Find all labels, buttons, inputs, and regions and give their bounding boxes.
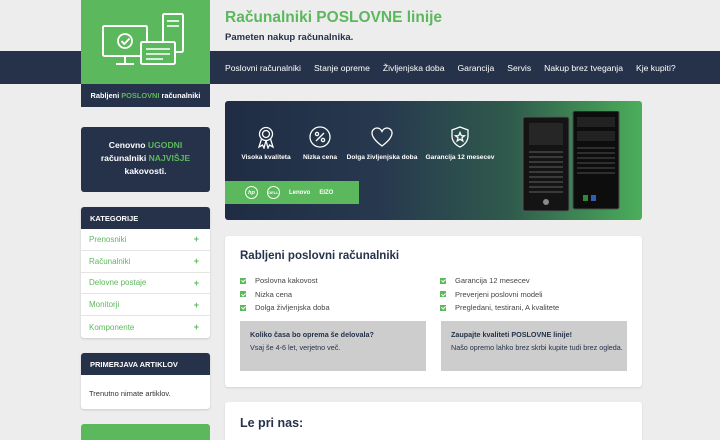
promo-box: Cenovno UGODNI računalniki NAJVIŠJE kako…	[81, 127, 210, 192]
expand-plus-icon[interactable]: +	[194, 278, 199, 288]
categories-heading: KATEGORIJE	[81, 207, 210, 229]
nav-item-servis[interactable]: Servis	[507, 63, 531, 73]
category-label[interactable]: Monitorji	[89, 300, 119, 309]
promo-word: Cenovno	[108, 140, 146, 150]
feature-label: Garancija 12 mesecev	[425, 154, 495, 161]
checkbox-icon	[240, 304, 246, 311]
check-label: Garancija 12 mesecev	[455, 276, 530, 286]
award-ribbon-icon	[257, 126, 275, 149]
promo-line-3: kakovosti.	[81, 165, 210, 178]
site-logo[interactable]: Rabljeni POSLOVNI računalniki	[81, 0, 210, 107]
expand-plus-icon[interactable]: +	[194, 234, 199, 244]
checkbox-icon	[440, 277, 446, 284]
category-item-prenosniki[interactable]: Prenosniki +	[81, 229, 210, 251]
nav-item-garancija[interactable]: Garancija	[457, 63, 494, 73]
promo-highlight-ugodni: UGODNI	[147, 140, 183, 150]
info-box-title: Zaupajte kvaliteti POSLOVNE linije!	[451, 330, 573, 339]
percent-badge-icon	[309, 126, 331, 148]
check-item: Preverjeni poslovni modeli	[440, 288, 610, 302]
feature-garancija: Garancija 12 mesecev	[419, 125, 501, 161]
check-label: Poslovna kakovost	[255, 276, 318, 286]
nav-item-stanje-opreme[interactable]: Stanje opreme	[314, 63, 370, 73]
category-item-delovne-postaje[interactable]: Delovne postaje +	[81, 273, 210, 295]
lenovo-logo: Lenovo	[289, 189, 311, 196]
check-label: Nizka cena	[255, 289, 293, 299]
brand-logos-bar: hp DELL Lenovo EIZO	[225, 181, 359, 204]
category-label[interactable]: Računalniki	[89, 257, 130, 266]
main-content-card: Rabljeni poslovni računalniki Poslovna k…	[225, 236, 642, 387]
check-list-right: Garancija 12 mesecev Preverjeni poslovni…	[440, 274, 610, 315]
check-item: Pregledani, testirani, A kvalitete	[440, 301, 610, 315]
category-label[interactable]: Prenosniki	[89, 235, 126, 244]
compare-heading: PRIMERJAVA ARTIKLOV	[81, 353, 210, 375]
check-label: Preverjeni poslovni modeli	[455, 289, 543, 299]
info-box-lifetime: Koliko časa bo oprema še delovala? Vsaj …	[240, 321, 426, 371]
logo-caption: Rabljeni POSLOVNI računalniki	[81, 84, 210, 107]
le-pri-nas-card: Le pri nas:	[225, 402, 642, 440]
expand-plus-icon[interactable]: +	[194, 322, 199, 332]
shield-star-icon	[451, 126, 469, 148]
checkbox-icon	[440, 291, 446, 298]
checkbox-icon	[240, 277, 246, 284]
nav-item-poslovni-racunalniki[interactable]: Poslovni računalniki	[225, 63, 301, 73]
info-box-text: Vsaj še 4-6 let, verjetno več.	[250, 343, 341, 352]
logo-caption-pre: Rabljeni	[90, 91, 120, 100]
feature-dolga-zivljenjska-doba: Dolga življenjska doba	[341, 125, 423, 161]
check-list-left: Poslovna kakovost Nizka cena Dolga življ…	[240, 274, 410, 315]
category-item-monitorji[interactable]: Monitorji +	[81, 294, 210, 317]
check-label: Pregledani, testirani, A kvalitete	[455, 303, 560, 313]
check-label: Dolga življenjska doba	[255, 303, 330, 313]
promo-line-1: Cenovno UGODNI	[81, 139, 210, 152]
feature-label: Dolga življenjska doba	[346, 154, 418, 161]
promo-line-2: računalniki NAJVIŠJE	[81, 152, 210, 165]
info-box-title: Koliko časa bo oprema še delovala?	[250, 330, 374, 339]
dell-logo: DELL	[267, 186, 280, 199]
computers-logo-icon	[102, 13, 184, 65]
category-label[interactable]: Delovne postaje	[89, 278, 146, 287]
category-item-komponente[interactable]: Komponente +	[81, 316, 210, 338]
check-item: Garancija 12 mesecev	[440, 274, 610, 288]
main-card-title: Rabljeni poslovni računalniki	[240, 250, 400, 262]
expand-plus-icon[interactable]: +	[194, 300, 199, 310]
site-title[interactable]: Računalniki POSLOVNE linije	[225, 9, 442, 27]
check-item: Nizka cena	[240, 288, 410, 302]
nav-item-zivljenjska-doba[interactable]: Življenjska doba	[383, 63, 445, 73]
nav-item-kje-kupiti[interactable]: Kje kupiti?	[636, 63, 676, 73]
categories-box: KATEGORIJE Prenosniki + Računalniki + Delo…	[81, 207, 210, 338]
workstation-towers-image	[522, 111, 620, 212]
compare-empty-text: Trenutno nimate artiklov.	[89, 389, 171, 398]
category-item-racunalniki[interactable]: Računalniki +	[81, 251, 210, 273]
nav-item-nakup-brez-tveganja[interactable]: Nakup brez tveganja	[544, 63, 623, 73]
le-pri-nas-title: Le pri nas:	[240, 416, 304, 430]
eizo-logo: EIZO	[319, 189, 334, 196]
info-box-text: Našo opremo lahko brez skrbi kupite tudi…	[451, 343, 623, 352]
hp-logo: hp	[245, 186, 258, 199]
checkbox-icon	[240, 291, 246, 298]
compare-box: PRIMERJAVA ARTIKLOV Trenutno nimate arti…	[81, 353, 210, 409]
logo-caption-post: računalniki	[161, 91, 201, 100]
checkbox-icon	[440, 304, 446, 311]
check-item: Dolga življenjska doba	[240, 301, 410, 315]
nav-list: Poslovni računalniki Stanje opreme Življ…	[225, 51, 676, 84]
promo-word: računalniki	[100, 153, 147, 163]
logo-caption-highlight: POSLOVNI	[121, 91, 160, 100]
sidebar-green-box	[81, 424, 210, 440]
hero-banner: Visoka kvaliteta Nizka cena Dolga življe…	[225, 101, 642, 220]
site-subtitle: Pameten nakup računalnika.	[225, 32, 354, 43]
promo-highlight-najvisje: NAJVIŠJE	[148, 153, 191, 163]
category-label[interactable]: Komponente	[89, 323, 134, 332]
info-box-trust: Zaupajte kvaliteti POSLOVNE linije! Našo…	[441, 321, 627, 371]
heart-icon	[371, 127, 393, 147]
check-item: Poslovna kakovost	[240, 274, 410, 288]
promo-word: kakovosti.	[124, 166, 167, 176]
expand-plus-icon[interactable]: +	[194, 256, 199, 266]
